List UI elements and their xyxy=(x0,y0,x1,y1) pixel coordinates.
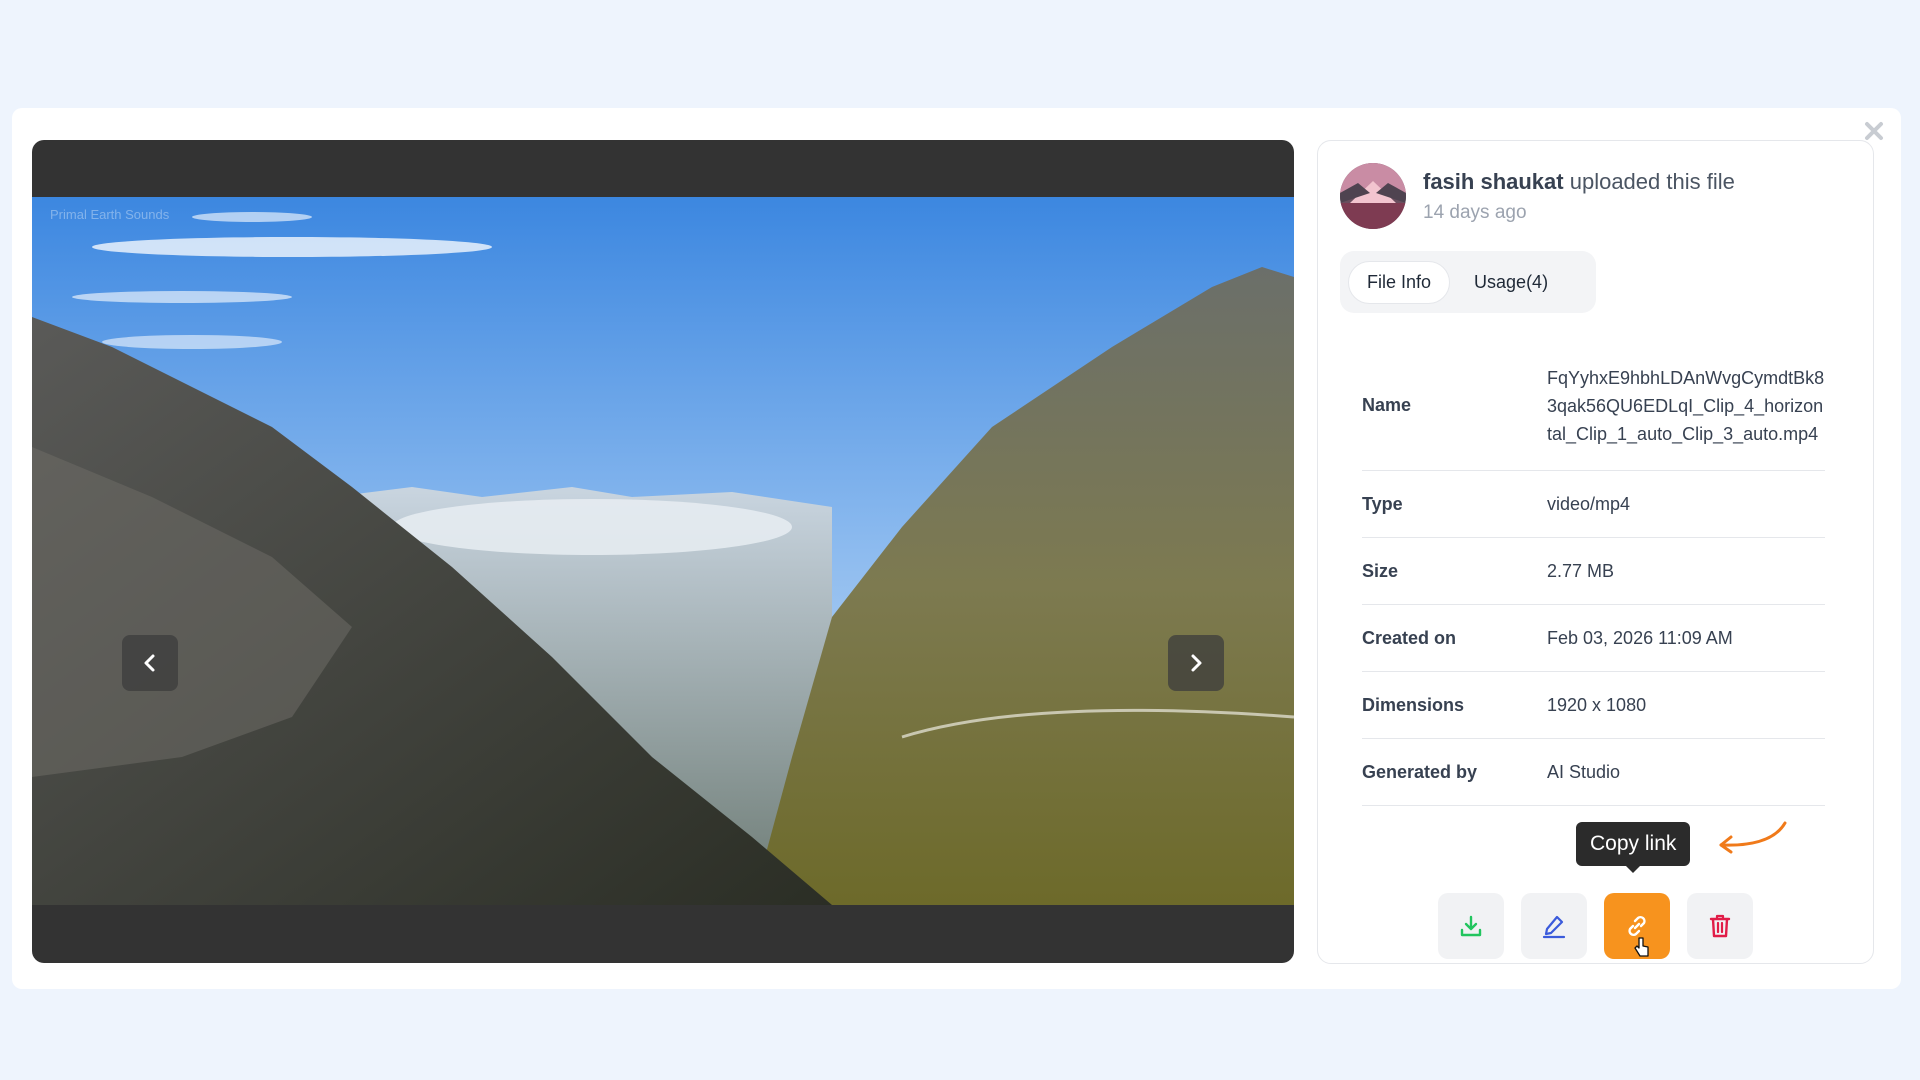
pointer-cursor-icon xyxy=(1634,937,1649,957)
file-info-panel: fasih shaukat uploaded this file 14 days… xyxy=(1317,140,1874,964)
delete-button[interactable] xyxy=(1687,893,1753,959)
chevron-left-icon xyxy=(144,654,155,672)
uploader-header: fasih shaukat uploaded this file 14 days… xyxy=(1340,163,1735,229)
row-label: Type xyxy=(1362,493,1403,514)
tab-usage[interactable]: Usage(4) xyxy=(1456,262,1566,303)
next-button[interactable] xyxy=(1168,635,1224,691)
close-icon xyxy=(1865,122,1883,140)
file-preview-modal: Primal Earth Sounds fasih shaukat upload… xyxy=(12,108,1901,989)
row-value: 2.77 MB xyxy=(1547,561,1615,581)
video-frame[interactable]: Primal Earth Sounds xyxy=(32,197,1294,905)
upload-action-text: uploaded this file xyxy=(1563,169,1735,194)
info-row-size: Size 2.77 MB xyxy=(1362,538,1825,605)
row-value: FqYyhxE9hbhLDAnWvgCymdtBk83qak56QU6EDLqI… xyxy=(1547,367,1825,444)
info-row-generated-by: Generated by AI Studio xyxy=(1362,739,1825,806)
trash-icon xyxy=(1709,914,1731,938)
annotation-arrow-icon xyxy=(1719,821,1787,854)
row-value: Feb 03, 2026 11:09 AM xyxy=(1547,628,1733,648)
row-label: Dimensions xyxy=(1362,694,1465,715)
row-label: Created on xyxy=(1362,627,1457,648)
row-value: video/mp4 xyxy=(1547,494,1631,514)
edit-button[interactable] xyxy=(1521,893,1587,959)
row-label: Size xyxy=(1362,560,1399,581)
row-value: AI Studio xyxy=(1547,762,1621,782)
chevron-right-icon xyxy=(1191,654,1202,672)
upload-summary: fasih shaukat uploaded this file xyxy=(1423,168,1735,196)
upload-time: 14 days ago xyxy=(1423,202,1527,223)
info-row-name: Name FqYyhxE9hbhLDAnWvgCymdtBk83qak56QU6… xyxy=(1362,341,1825,471)
mountain-valley-image xyxy=(32,197,1294,905)
tab-file-info[interactable]: File Info xyxy=(1348,260,1451,304)
pencil-icon xyxy=(1542,915,1566,939)
info-row-type: Type video/mp4 xyxy=(1362,471,1825,538)
copy-link-tooltip: Copy link xyxy=(1576,822,1691,873)
row-label: Name xyxy=(1362,395,1412,415)
media-viewer: Primal Earth Sounds xyxy=(32,140,1294,963)
copy-link-button[interactable] xyxy=(1604,893,1670,959)
row-value: 1920 x 1080 xyxy=(1547,695,1647,715)
previous-button[interactable] xyxy=(122,635,178,691)
file-info-table: Name FqYyhxE9hbhLDAnWvgCymdtBk83qak56QU6… xyxy=(1362,341,1825,806)
info-row-created: Created on Feb 03, 2026 11:09 AM xyxy=(1362,605,1825,672)
avatar xyxy=(1340,163,1406,229)
download-button[interactable] xyxy=(1438,893,1504,959)
info-row-dimensions: Dimensions 1920 x 1080 xyxy=(1362,672,1825,739)
uploader-name: fasih shaukat xyxy=(1423,169,1564,194)
download-icon xyxy=(1460,915,1482,937)
info-tabs: File Info Usage(4) xyxy=(1340,251,1596,313)
link-icon xyxy=(1628,915,1646,937)
video-watermark: Primal Earth Sounds xyxy=(50,207,170,222)
row-label: Generated by xyxy=(1362,761,1478,782)
file-actions xyxy=(1438,893,1770,959)
